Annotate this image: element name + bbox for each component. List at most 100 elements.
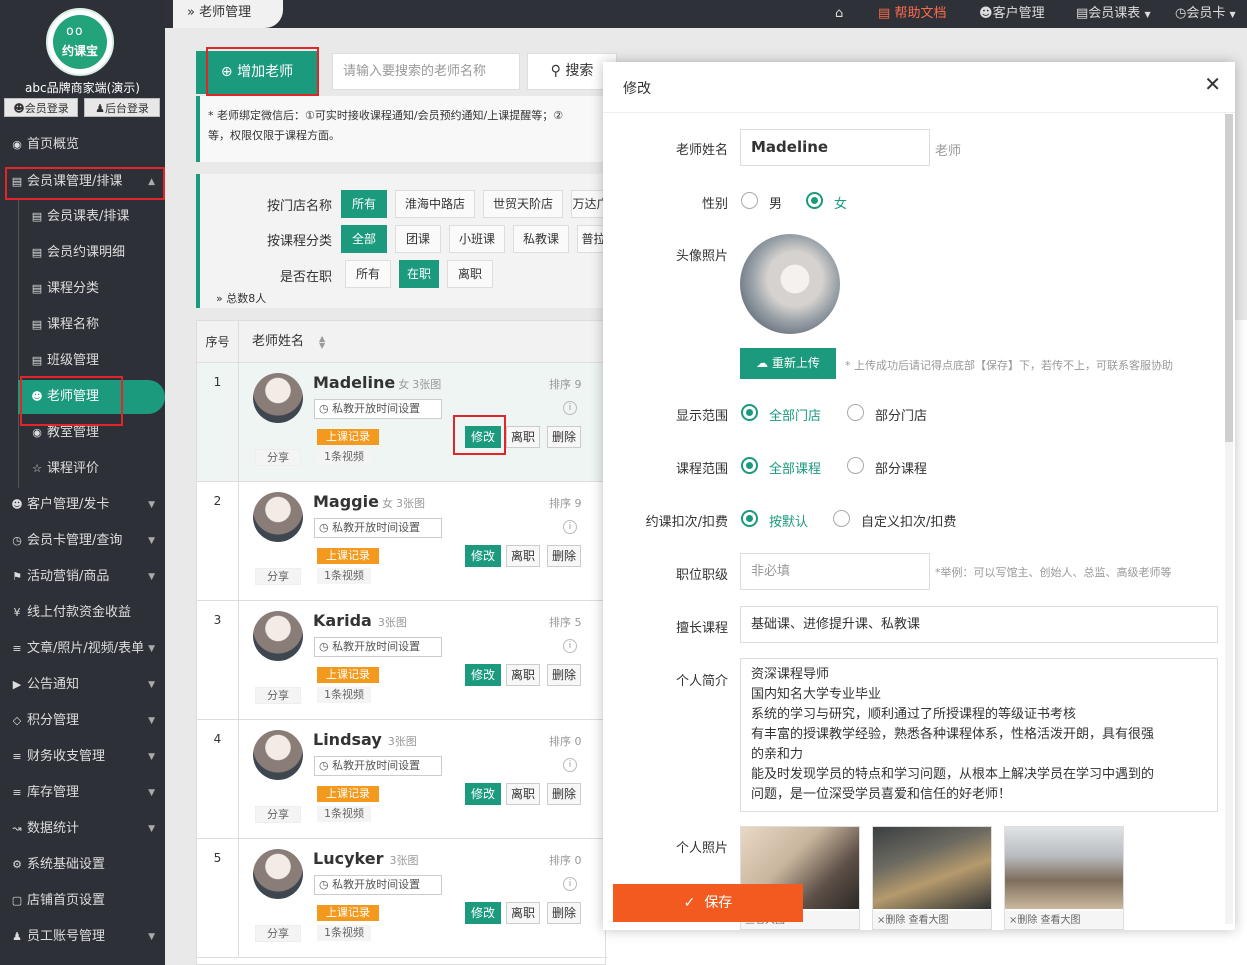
deduct-default-radio[interactable] xyxy=(741,510,758,527)
sub-classroom-manage[interactable]: ◉ 教室管理 xyxy=(18,416,165,450)
video-count[interactable]: 1条视频 xyxy=(317,925,371,941)
video-count[interactable]: 1条视频 xyxy=(317,687,371,703)
nav-payment[interactable]: ¥ 线上付款资金收益 xyxy=(0,596,165,630)
category-chip[interactable]: 私教课 xyxy=(513,225,569,253)
store-chip[interactable]: 世贸天阶店 xyxy=(483,190,563,218)
nav-home[interactable]: ◉ 首页概览 xyxy=(0,128,165,162)
personal-photo[interactable]: ×删除 查看大图 xyxy=(1004,826,1124,930)
nav-course-schedule[interactable]: ▤ 会员课管理/排课 ▲ xyxy=(0,165,165,199)
leave-button[interactable]: 离职 xyxy=(506,783,540,805)
edit-button[interactable]: 修改 xyxy=(465,783,501,805)
leave-button[interactable]: 离职 xyxy=(506,664,540,686)
sub-teacher-manage[interactable]: ☻ 老师管理 xyxy=(18,380,165,414)
personal-photo[interactable]: ×删除 查看大图 xyxy=(872,826,992,930)
edit-button[interactable]: 修改 xyxy=(465,426,501,448)
status-chip-left[interactable]: 离职 xyxy=(447,260,493,288)
status-chip-active[interactable]: 在职 xyxy=(399,260,439,288)
help-docs-link[interactable]: ▤ 帮助文档 xyxy=(878,0,946,28)
nav-store-home[interactable]: ▢ 店铺首页设置 xyxy=(0,884,165,918)
admin-login-button[interactable]: ♟后台登录 xyxy=(84,98,160,117)
category-chip[interactable]: 团课 xyxy=(395,225,441,253)
teacher-avatar[interactable] xyxy=(253,730,303,780)
sub-member-schedule[interactable]: ▤ 会员课表/排课 xyxy=(18,200,165,234)
info-icon[interactable]: i xyxy=(563,639,577,653)
position-input[interactable]: 非必填 xyxy=(740,553,930,590)
private-time-button[interactable]: ◷ 私教开放时间设置 xyxy=(314,518,442,538)
scope-all-radio[interactable] xyxy=(741,404,758,421)
nav-articles[interactable]: ≡ 文章/照片/视频/表单 ▼ xyxy=(0,632,165,666)
sub-booking-detail[interactable]: ▤ 会员约课明细 xyxy=(18,236,165,270)
share-button[interactable]: 分享 xyxy=(255,568,301,585)
scrollbar-thumb[interactable] xyxy=(1225,114,1233,442)
class-record-button[interactable]: 上课记录 xyxy=(317,786,379,802)
teacher-avatar[interactable] xyxy=(253,373,303,423)
share-button[interactable]: 分享 xyxy=(255,687,301,704)
info-icon[interactable]: i xyxy=(563,520,577,534)
reupload-button[interactable]: ☁ 重新上传 xyxy=(740,348,836,379)
class-record-button[interactable]: 上课记录 xyxy=(317,905,379,921)
photo-caption[interactable]: ×删除 查看大图 xyxy=(873,911,991,929)
teacher-avatar[interactable] xyxy=(253,849,303,899)
delete-button[interactable]: 删除 xyxy=(547,545,581,567)
video-count[interactable]: 1条视频 xyxy=(317,449,371,465)
delete-button[interactable]: 删除 xyxy=(547,783,581,805)
save-button[interactable]: ✓ 保存 xyxy=(613,884,803,922)
category-chip[interactable]: 小班课 xyxy=(449,225,505,253)
nav-points[interactable]: ◇ 积分管理 ▼ xyxy=(0,704,165,738)
home-icon[interactable]: ⌂ xyxy=(835,0,843,28)
nav-finance[interactable]: ≡ 财务收支管理 ▼ xyxy=(0,740,165,774)
class-record-button[interactable]: 上课记录 xyxy=(317,667,379,683)
info-icon[interactable]: i xyxy=(563,758,577,772)
edit-button[interactable]: 修改 xyxy=(465,902,501,924)
leave-button[interactable]: 离职 xyxy=(506,545,540,567)
name-input[interactable]: Madeline xyxy=(740,129,930,166)
sort-icon[interactable]: ▲ ▼ xyxy=(319,335,325,350)
teacher-avatar[interactable] xyxy=(253,611,303,661)
dialog-scrollbar[interactable] xyxy=(1225,114,1233,924)
bio-textarea[interactable]: 资深课程导师 国内知名大学专业毕业 系统的学习与研究，顺利通过了所授课程的等级证书考… xyxy=(740,658,1218,812)
sub-course-name[interactable]: ▤ 课程名称 xyxy=(18,308,165,342)
member-login-button[interactable]: ☻会员登录 xyxy=(4,98,78,117)
class-record-button[interactable]: 上课记录 xyxy=(317,548,379,564)
share-button[interactable]: 分享 xyxy=(255,806,301,823)
teacher-search-input[interactable]: 请输入要搜索的老师名称 xyxy=(332,53,520,90)
private-time-button[interactable]: ◷ 私教开放时间设置 xyxy=(314,399,442,419)
video-count[interactable]: 1条视频 xyxy=(317,806,371,822)
info-icon[interactable]: i xyxy=(563,877,577,891)
close-icon[interactable]: ✕ xyxy=(1204,72,1221,96)
delete-button[interactable]: 删除 xyxy=(547,902,581,924)
teacher-avatar[interactable] xyxy=(253,492,303,542)
photo-caption[interactable]: ×删除 查看大图 xyxy=(1005,911,1123,929)
nav-system-settings[interactable]: ⚙ 系统基础设置 xyxy=(0,848,165,882)
sub-class-manage[interactable]: ▤ 班级管理 xyxy=(18,344,165,378)
video-count[interactable]: 1条视频 xyxy=(317,568,371,584)
course-all-radio[interactable] xyxy=(741,457,758,474)
nav-marketing[interactable]: ⚑ 活动营销/商品 ▼ xyxy=(0,560,165,594)
sub-course-review[interactable]: ☆ 课程评价 xyxy=(18,452,165,486)
logo[interactable]: oo 约课宝 xyxy=(46,8,114,76)
leave-button[interactable]: 离职 xyxy=(506,902,540,924)
avatar-photo[interactable] xyxy=(740,234,840,334)
card-menu[interactable]: ◷会员卡 ▼ xyxy=(1175,0,1236,28)
status-chip-all[interactable]: 所有 xyxy=(345,260,391,288)
course-part-radio[interactable] xyxy=(847,457,864,474)
delete-button[interactable]: 删除 xyxy=(547,664,581,686)
class-record-button[interactable]: 上课记录 xyxy=(317,429,379,445)
leave-button[interactable]: 离职 xyxy=(506,426,540,448)
edit-button[interactable]: 修改 xyxy=(465,545,501,567)
nav-staff-account[interactable]: ♟ 员工账号管理 ▼ xyxy=(0,920,165,954)
private-time-button[interactable]: ◷ 私教开放时间设置 xyxy=(314,756,442,776)
scope-part-radio[interactable] xyxy=(847,404,864,421)
nav-announcement[interactable]: ▶ 公告通知 ▼ xyxy=(0,668,165,702)
gender-female-radio[interactable] xyxy=(806,192,823,209)
nav-customer[interactable]: ☻ 客户管理/发卡 ▼ xyxy=(0,488,165,522)
schedule-menu[interactable]: ▤会员课表 ▼ xyxy=(1076,0,1151,28)
store-chip-all[interactable]: 所有 xyxy=(341,190,387,218)
info-icon[interactable]: i xyxy=(563,401,577,415)
share-button[interactable]: 分享 xyxy=(255,449,301,466)
store-chip[interactable]: 淮海中路店 xyxy=(395,190,475,218)
delete-button[interactable]: 删除 xyxy=(547,426,581,448)
nav-statistics[interactable]: ↝ 数据统计 ▼ xyxy=(0,812,165,846)
nav-inventory[interactable]: ≡ 库存管理 ▼ xyxy=(0,776,165,810)
deduct-custom-radio[interactable] xyxy=(833,510,850,527)
